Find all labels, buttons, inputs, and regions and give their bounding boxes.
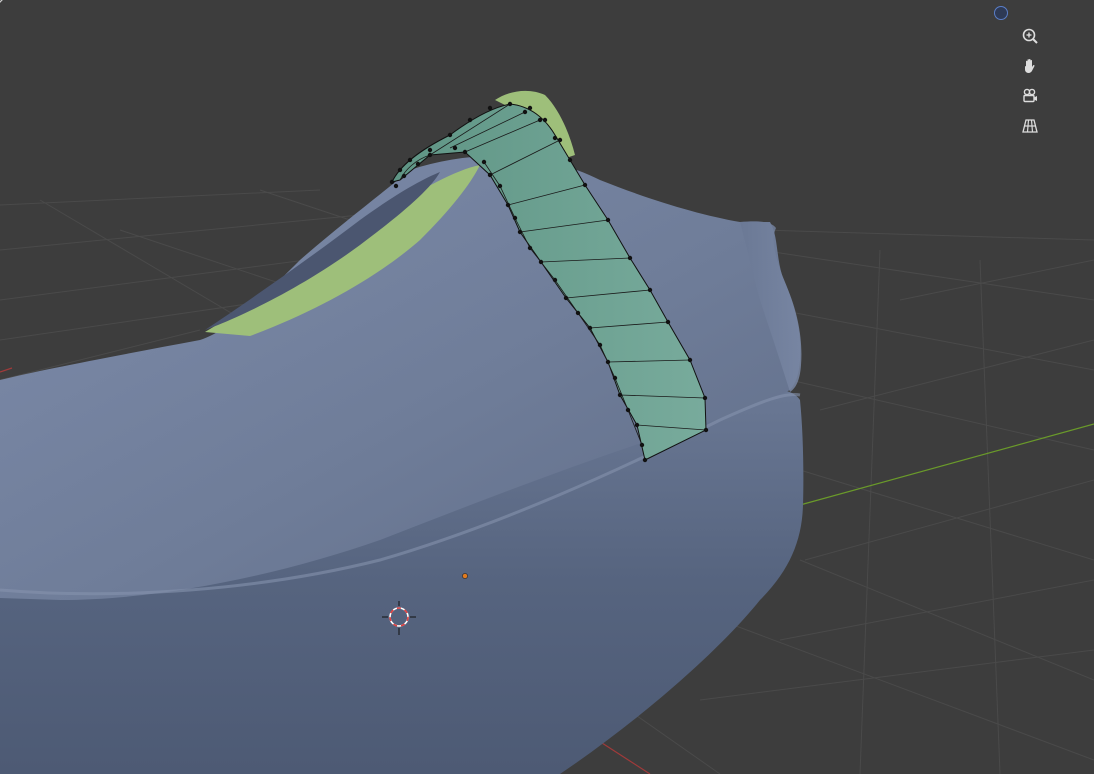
x-axis-line-left <box>0 367 13 373</box>
pan-button[interactable] <box>1016 52 1044 80</box>
navigation-axis-dot[interactable] <box>994 6 1008 20</box>
corner-marker-icon <box>0 0 3 3</box>
object-origin-dot[interactable] <box>462 573 468 579</box>
zoom-button[interactable] <box>1016 22 1044 50</box>
navigation-gizmo <box>1016 22 1044 140</box>
perspective-grid-icon <box>1022 119 1038 133</box>
y-axis-line <box>799 423 1094 506</box>
zoom-icon <box>1022 28 1038 44</box>
camera-view-button[interactable] <box>1016 82 1044 110</box>
perspective-toggle-button[interactable] <box>1016 112 1044 140</box>
viewport-canvas[interactable] <box>0 0 1094 774</box>
camera-view-icon <box>1023 88 1037 103</box>
3d-viewport[interactable] <box>0 0 1094 774</box>
pan-hand-icon <box>1025 59 1035 73</box>
